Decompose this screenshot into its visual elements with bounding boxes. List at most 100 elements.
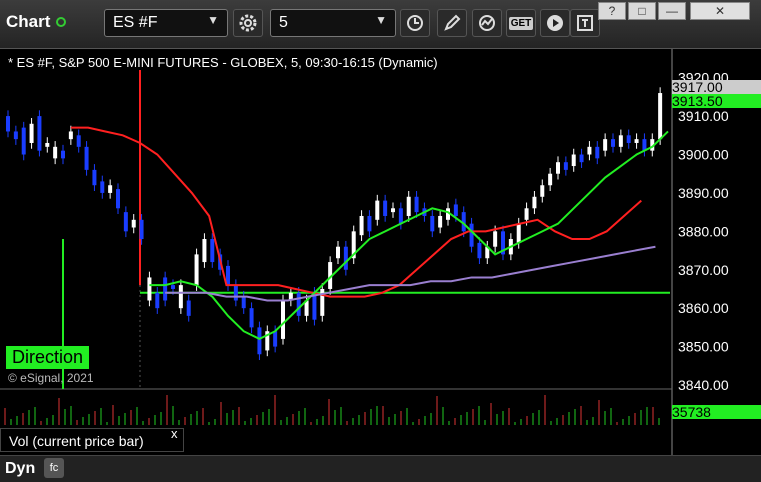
price-chart[interactable]: 3840.00 3850.00 3860.00 3870.00 3880.00 3890.… [0,49,761,481]
candle-body [626,135,631,143]
candle-body [367,215,372,232]
candle-body [233,285,238,301]
candle-body [603,139,608,151]
candle-body [391,208,395,213]
candle-body [587,146,592,155]
studies-button[interactable] [472,9,502,37]
candle-body [53,146,58,159]
price-tick-label: 3840.00 [678,377,729,393]
candle-body [45,142,50,147]
last-price-tag: 3917.00 [672,80,761,94]
play-button[interactable] [540,9,570,37]
get-label: GET [508,16,534,30]
play-icon [547,15,563,31]
candle-body [493,231,498,247]
candle-body [336,246,340,259]
candle-body [273,331,278,347]
candle-body [312,292,317,320]
candle-body [453,204,458,216]
candle-body [100,181,105,193]
candle-body [579,154,584,163]
fc-icon[interactable]: fc [44,458,64,478]
candle-body [414,196,419,213]
candle-body [540,185,545,197]
candle-body [92,169,97,186]
minimize-icon: — [666,4,678,18]
candle-body [123,212,128,232]
candle-body [563,162,568,170]
candle-body [430,215,435,232]
studies-icon [479,15,495,31]
candle-body [13,131,18,140]
candle-body [131,219,136,228]
second-price-tag: 3913.50 [672,94,761,108]
candle-body [21,127,26,155]
candle-body [556,162,560,174]
candle-body [76,135,81,147]
gear-icon [239,14,257,32]
candle-body [296,292,301,316]
candle-body [524,208,529,220]
candle-body [658,93,663,140]
dynamic-label: Dyn [5,460,36,477]
candle-body [37,116,42,151]
help-icon: ? [608,4,616,18]
candle-body [147,277,152,301]
symbol-value: ES #F [113,14,158,31]
status-dot-icon [56,17,67,27]
chart-caption: * ES #F, S&P 500 E-MINI FUTURES - GLOBEX… [8,55,438,70]
candle-body [359,215,364,236]
close-icon: ✕ [714,4,726,18]
text-icon [577,15,593,31]
price-tick-label: 3880.00 [678,223,729,239]
price-tick-label: 3850.00 [678,339,729,355]
candle-body [469,223,474,247]
price-tick-label: 3860.00 [678,300,729,316]
text-button[interactable] [570,9,600,37]
settings-button[interactable] [233,9,263,37]
candle-body [194,254,199,286]
price-tick-label: 3900.00 [678,147,729,163]
time-axis-bar: Dyn fc [0,455,761,482]
candle-body [108,185,113,193]
candle-body [571,154,576,167]
symbol-input[interactable]: ES #F ▼ [104,9,228,37]
candle-body [163,277,168,301]
get-button[interactable]: GET [506,9,536,37]
pencil-icon [444,14,461,31]
candle-body [249,308,254,328]
candle-body [406,196,411,216]
candle-body [398,208,403,224]
candle-body [516,223,521,243]
candle-body [532,196,537,209]
candle-body [68,131,73,140]
candle-body [438,215,443,228]
help-button[interactable]: ? [598,2,626,20]
minimize-button[interactable]: — [658,2,686,20]
candle-body [477,242,482,259]
chart-title-label: Chart [6,12,51,31]
candle-body [375,200,380,220]
candle-body [548,173,553,186]
candle-body [61,150,65,159]
candle-body [634,139,639,143]
candle-body [241,296,246,309]
draw-button[interactable] [437,9,467,37]
candle-body [139,219,144,240]
restore-button[interactable]: □ [628,2,656,20]
clock-icon [407,15,423,31]
close-button[interactable]: ✕ [690,2,750,20]
candle-body [595,146,600,159]
candle-body [618,135,623,147]
candle-body [257,327,262,355]
candle-body [383,200,388,216]
volume-pane-close-icon[interactable]: x [171,426,178,441]
copyright-text: © eSignal, 2021 [8,371,94,385]
candle-body [178,285,183,309]
direction-label: Direction [6,346,90,369]
candle-body [155,292,160,309]
price-tick-label: 3890.00 [678,185,729,201]
clock-button[interactable] [400,9,430,37]
chart-title[interactable]: Chart [6,12,67,32]
interval-input[interactable]: 5 ▼ [270,9,396,37]
